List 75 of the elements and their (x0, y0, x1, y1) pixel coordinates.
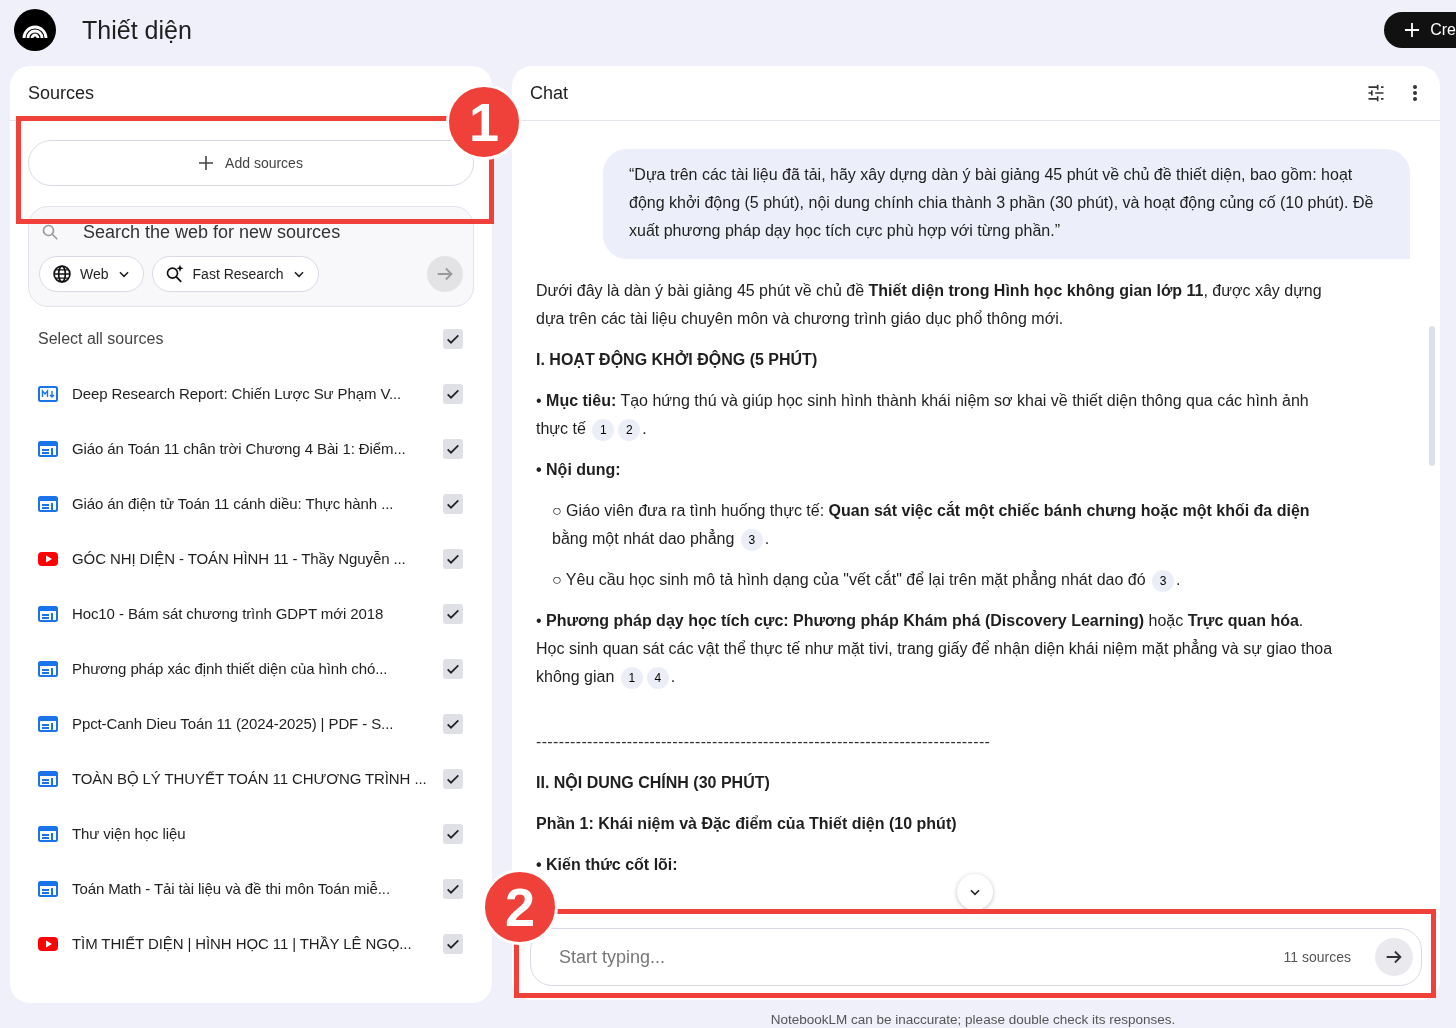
research-dropdown[interactable]: Fast Research (151, 256, 319, 292)
more-vert-icon[interactable] (1412, 84, 1418, 102)
response-heading: • Nội dung: (536, 460, 622, 480)
markdown-file-icon (38, 385, 58, 402)
source-title[interactable]: Giáo án điện tử Toán 11 cánh diều: Thực hành ... (72, 495, 429, 512)
add-sources-button[interactable]: Add sources (28, 140, 474, 186)
citation-chip[interactable]: 1 (592, 418, 615, 441)
panel-title: Sources (28, 82, 95, 104)
web-page-icon (38, 495, 58, 512)
source-checkbox[interactable] (443, 823, 463, 844)
source-count: 11 sources (1283, 949, 1351, 965)
globe-icon (52, 264, 72, 284)
source-checkbox[interactable] (443, 383, 463, 404)
send-button[interactable] (1375, 938, 1413, 976)
disclaimer-text: NotebookLM can be inaccurate; please double check its responses. (769, 1012, 1177, 1027)
scrollbar[interactable] (1429, 326, 1435, 466)
panel-title: Chat (530, 82, 569, 104)
source-checkbox[interactable] (443, 438, 463, 459)
notebook-title: Thiết diện (82, 15, 193, 45)
citation-chip[interactable]: 3 (1152, 569, 1175, 592)
response-heading: II. NỘI DUNG CHÍNH (30 PHÚT) (536, 772, 771, 793)
web-dropdown[interactable]: Web (39, 256, 144, 292)
citation-chip[interactable]: 1 (620, 666, 643, 689)
response-subpoint: ○ Giáo viên đưa ra tình huống thực tế: Quan sát việc cắt một chiếc bánh chưng hoặc một khối đa diện bằng một nhát dao phẳng 3 . (536, 497, 1336, 553)
source-checkbox[interactable] (443, 768, 463, 789)
app-logo[interactable] (14, 9, 56, 51)
response-paragraph: • Mục tiêu: Tạo hứng thú và giúp học sinh hình thành khái niệm sơ khai về thiết diện thông qua các hình ảnh thực tế 1 2 . (536, 387, 1336, 443)
source-checkbox[interactable] (443, 493, 463, 514)
response-paragraph: Dưới đây là dàn ý bài giảng 45 phút về chủ đề Thiết diện trong Hình học không gian lớp 11, được xây dựng dựa trên các tài liệu chuyên môn và chương trình giáo dục phổ thông mới. (536, 281, 1323, 329)
video-play-icon (38, 550, 58, 567)
source-checkbox[interactable] (443, 933, 463, 954)
select-all-checkbox[interactable] (443, 328, 463, 349)
response-heading: I. HOẠT ĐỘNG KHỞI ĐỘNG (5 PHÚT) (536, 349, 819, 370)
source-title[interactable]: GÓC NHỊ DIỆN - TOÁN HÌNH 11 - Thầy Nguyễn ... (72, 550, 429, 567)
response-heading: Phần 1: Khái niệm và Đặc điểm của Thiết diện (10 phút) (536, 814, 958, 834)
web-page-icon (38, 770, 58, 787)
response-subpoint: ○ Yêu cầu học sinh mô tả hình dạng của "vết cắt" để lại trên mặt phẳng nhát dao đó 3 . (536, 566, 1336, 594)
sparkle-search-icon (164, 264, 185, 284)
response-paragraph: • Phương pháp dạy học tích cực: Phương pháp Khám phá (Discovery Learning) hoặc Trực quan hóa. Học sinh quan sát các vật thể thực tế như mặt tivi, trang giấy để nhận diện khái niệm mặt phẳng và sự giao thoa không gian 1 4 . (536, 607, 1336, 691)
source-title[interactable]: Giáo án Toán 11 chân trời Chương 4 Bài 1: Điểm... (72, 440, 429, 457)
web-page-icon (38, 660, 58, 677)
video-play-icon (38, 935, 58, 952)
source-title[interactable]: Deep Research Report: Chiến Lược Sư Phạm V... (72, 385, 429, 402)
source-title[interactable]: TÌM THIẾT DIỆN | HÌNH HỌC 11 | THẦY LÊ NGỌ... (72, 935, 429, 952)
plus-icon (199, 156, 214, 170)
source-checkbox[interactable] (443, 713, 463, 734)
citation-chip[interactable]: 2 (618, 418, 641, 441)
chat-input-box[interactable]: Start typing... 11 sources (530, 928, 1422, 986)
plus-icon (1404, 22, 1421, 38)
source-checkbox[interactable] (443, 878, 463, 899)
source-title[interactable]: Ppct-Canh Dieu Toán 11 (2024-2025) | PDF - S... (72, 715, 429, 732)
user-message: “Dựa trên các tài liệu đã tải, hãy xây dựng dàn ý bài giảng 45 phút về chủ đề thiết diện, bao gồm: hoạt động khởi động (5 phút), nội dung chính chia thành 3 phần (30 phút), và hoạt động củng cố (10 phút). Đề xuất phương pháp dạy học tích cực phù hợp với từng phần.” (603, 149, 1410, 259)
source-title[interactable]: Hoc10 - Bám sát chương trình GDPT mới 2018 (72, 605, 429, 622)
scroll-down-button[interactable] (957, 874, 993, 910)
source-checkbox[interactable] (443, 548, 463, 569)
text-divider: -------------------------------------------------------------------------------- (536, 732, 992, 752)
source-checkbox[interactable] (443, 603, 463, 624)
web-page-icon (38, 715, 58, 732)
search-icon (41, 222, 61, 243)
select-all-label: Select all sources (38, 329, 165, 348)
web-page-icon (38, 440, 58, 457)
settings-sliders-icon[interactable] (1366, 83, 1386, 103)
web-page-icon (38, 880, 58, 897)
web-page-icon (38, 825, 58, 842)
source-title[interactable]: Thư viện học liệu (72, 825, 429, 842)
source-checkbox[interactable] (443, 658, 463, 679)
submit-search-button[interactable] (427, 256, 463, 292)
create-button[interactable]: Cre (1384, 12, 1456, 48)
web-search-field[interactable]: Search the web for new sources (81, 221, 463, 244)
source-title[interactable]: Phương pháp xác định thiết diện của hình chó... (72, 660, 429, 677)
citation-chip[interactable]: 3 (740, 528, 763, 551)
citation-chip[interactable]: 4 (646, 666, 669, 689)
source-title[interactable]: TOÀN BỘ LÝ THUYẾT TOÁN 11 CHƯƠNG TRÌNH ... (72, 770, 429, 787)
web-page-icon (38, 605, 58, 622)
source-title[interactable]: Toán Math - Tải tài liệu và đề thi môn Toán miễ... (72, 880, 429, 897)
